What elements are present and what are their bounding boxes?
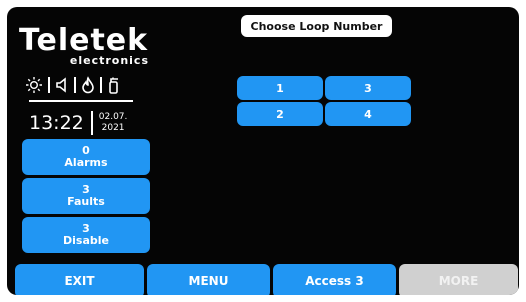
- loop-3-button[interactable]: 3: [325, 76, 411, 100]
- alarms-button[interactable]: 0 Alarms: [22, 139, 150, 175]
- clock-time: 13:22: [29, 112, 84, 134]
- logo-brand: Teletek: [19, 23, 149, 58]
- page-title: Choose Loop Number: [241, 15, 392, 37]
- teletek-logo: Teletek electronics: [19, 25, 149, 67]
- alarms-label: Alarms: [64, 156, 108, 169]
- status-icons: [25, 76, 121, 94]
- separator: [100, 77, 102, 93]
- clock: 13:22 02.07. 2021: [29, 108, 139, 138]
- faults-button[interactable]: 3 Faults: [22, 178, 150, 214]
- sun-icon: [25, 76, 43, 94]
- loop-4-button[interactable]: 4: [325, 102, 411, 126]
- clock-separator: [90, 111, 93, 135]
- separator: [48, 77, 50, 93]
- exit-button[interactable]: EXIT: [15, 264, 144, 295]
- more-button: MORE: [399, 264, 518, 295]
- loop-1-button[interactable]: 1: [237, 76, 323, 100]
- disable-label: Disable: [63, 234, 109, 247]
- date-day-month: 02.07.: [98, 112, 128, 122]
- disable-button[interactable]: 3 Disable: [22, 217, 150, 253]
- sounder-icon: [55, 76, 69, 94]
- clock-date: 02.07. 2021: [99, 112, 128, 134]
- status-divider: [29, 100, 133, 102]
- loop-2-button[interactable]: 2: [237, 102, 323, 126]
- menu-button[interactable]: MENU: [147, 264, 270, 295]
- access-level-button[interactable]: Access 3: [273, 264, 396, 295]
- separator: [74, 77, 76, 93]
- fire-icon: [81, 76, 95, 94]
- faults-label: Faults: [67, 195, 105, 208]
- panel-screen: Teletek electronics 13:22 02.07. 2021 0 …: [7, 7, 519, 295]
- extinguisher-icon: [107, 76, 121, 94]
- date-year: 2021: [101, 123, 125, 133]
